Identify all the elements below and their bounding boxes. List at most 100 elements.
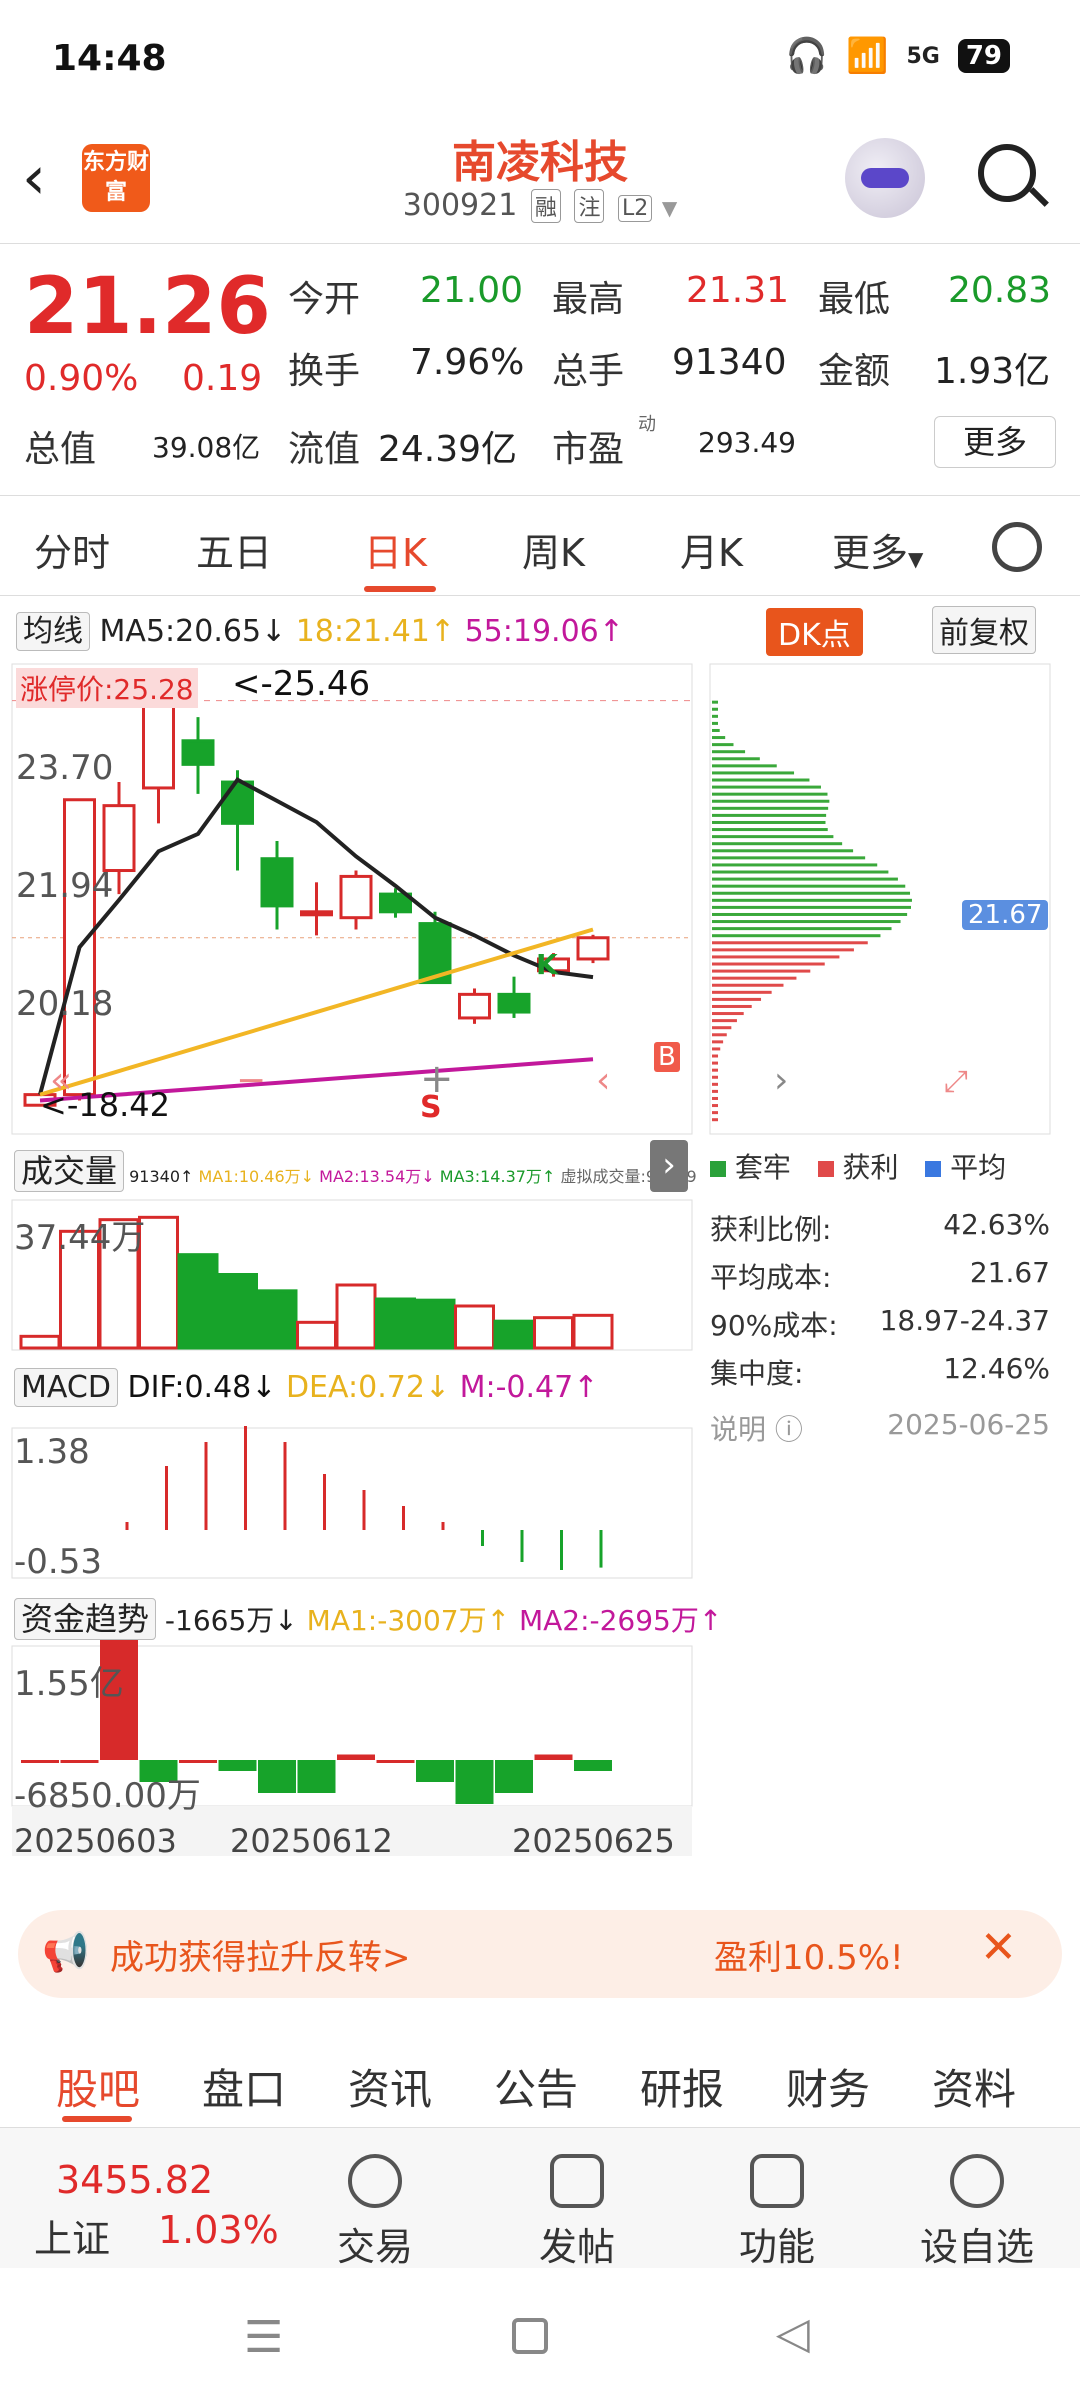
close-icon[interactable]: ✕ — [980, 1922, 1017, 1973]
fund-ma1: MA1:-3007万↑ — [306, 1604, 511, 1637]
info-icon[interactable]: ⓘ — [775, 1413, 803, 1446]
legend-profit: 获利 — [842, 1151, 899, 1184]
indicator-select-ma[interactable]: 均线 — [16, 612, 90, 651]
tab-announcements[interactable]: 公告 — [494, 2056, 578, 2117]
promo-banner[interactable]: 📢 成功获得拉升反转> 盈利10.5%! ✕ — [18, 1910, 1062, 1998]
chip-bar — [712, 813, 827, 817]
tab-news[interactable]: 资讯 — [348, 2056, 432, 2117]
system-nav-bar: ☰ ◁ — [0, 2268, 1080, 2400]
index-value[interactable]: 3455.82 — [56, 2158, 213, 2202]
high-label: 最高 — [552, 279, 625, 320]
pe-dynamic-tag: 动 — [638, 414, 656, 435]
tab-daily-k[interactable]: 日K — [364, 522, 427, 577]
dk-point-button[interactable]: DK点 — [766, 608, 863, 656]
tab-profile[interactable]: 资料 — [932, 2056, 1016, 2117]
post-button[interactable]: 发帖 — [512, 2154, 642, 2271]
home-icon[interactable] — [512, 2318, 548, 2354]
volume-legend: 成交量 91340↑ MA1:10.46万↓ MA2:13.54万↓ MA3:1… — [14, 1146, 697, 1192]
chip-bar — [712, 1012, 744, 1016]
chip-note-link[interactable]: 说明 — [710, 1413, 766, 1446]
amount-label: 金额 — [818, 351, 891, 392]
pe-value: 293.49 — [698, 426, 796, 459]
tab-finance[interactable]: 财务 — [786, 2056, 870, 2117]
chip-bar — [712, 1047, 721, 1051]
zoom-in-icon[interactable]: + — [420, 1056, 454, 1102]
high-value: 21.31 — [686, 270, 790, 311]
chip-bar — [712, 1075, 718, 1079]
indicator-select-macd[interactable]: MACD — [14, 1368, 118, 1407]
search-icon[interactable] — [978, 144, 1036, 202]
indicator-select-fund[interactable]: 资金趋势 — [14, 1598, 157, 1640]
tab-five-day[interactable]: 五日 — [196, 522, 272, 577]
more-quote-button[interactable]: 更多 — [934, 416, 1056, 468]
functions-button[interactable]: 功能 — [712, 2154, 842, 2271]
change-percent: 0.90% — [24, 358, 139, 399]
tab-weekly-k[interactable]: 周K — [522, 522, 585, 577]
tag-level2[interactable]: L2 — [618, 195, 653, 222]
trade-button[interactable]: 交易 — [310, 2154, 440, 2271]
assistant-robot-icon[interactable] — [845, 138, 925, 218]
chip-bar — [712, 976, 797, 980]
chart-period-tabs: 分时 五日 日K 周K 月K 更多▼ — [0, 496, 1080, 596]
candle-body — [300, 910, 333, 917]
ma5-value: MA5:20.65↓ — [99, 614, 287, 649]
active-subtab-indicator — [62, 2116, 132, 2122]
pe-label: 市盈 — [552, 429, 625, 470]
fund-bar — [534, 1754, 573, 1760]
buy-signal-marker: B — [654, 1042, 680, 1072]
chip-bar — [712, 1054, 719, 1058]
chip-bar — [712, 835, 834, 839]
zoom-out-icon[interactable]: − — [236, 1060, 266, 1101]
indicator-select-volume[interactable]: 成交量 — [14, 1150, 125, 1192]
fund-bar — [297, 1760, 336, 1793]
expand-right-icon[interactable]: › — [774, 1060, 788, 1101]
volume-value: 91340 — [672, 342, 787, 383]
chip-bar — [712, 1096, 718, 1100]
stock-header: ‹ 东方财富 南凌科技 300921 融 注 L2 ▼ — [0, 118, 1080, 244]
tab-more[interactable]: 更多▼ — [832, 522, 923, 577]
grid-icon — [750, 2154, 804, 2208]
tab-forum[interactable]: 股吧 — [56, 2056, 140, 2117]
add-watchlist-button[interactable]: 设自选 — [912, 2154, 1042, 2271]
high-marker: <-25.46 — [232, 664, 371, 704]
index-name[interactable]: 上证 — [34, 2208, 110, 2263]
volume-bar — [493, 1319, 535, 1350]
chip-bar — [712, 849, 854, 853]
tab-intraday[interactable]: 分时 — [34, 522, 110, 577]
adjust-price-button[interactable]: 前复权 — [932, 606, 1036, 654]
chevron-down-icon[interactable]: ▼ — [662, 196, 677, 220]
tab-monthly-k[interactable]: 月K — [680, 522, 743, 577]
fund-bar — [337, 1754, 375, 1760]
headphones-icon: 🎧 — [785, 36, 829, 76]
tab-orderbook[interactable]: 盘口 — [202, 2056, 286, 2117]
fund-ma2: MA2:-2695万↑ — [518, 1604, 723, 1637]
chip-row-value: 21.67 — [969, 1256, 1050, 1289]
fullscreen-icon[interactable]: ⤢ — [944, 1064, 968, 1099]
chip-bar — [712, 778, 810, 782]
menu-icon[interactable]: ☰ — [244, 2312, 283, 2363]
expand-indicator-button[interactable]: › — [650, 1140, 688, 1192]
gear-icon[interactable] — [992, 522, 1042, 572]
active-tab-indicator — [364, 586, 436, 592]
chip-bar — [712, 912, 908, 916]
chip-row-value: 42.63% — [943, 1208, 1050, 1241]
index-pct[interactable]: 1.03% — [158, 2208, 279, 2252]
candle-body — [221, 780, 254, 825]
back-nav-icon[interactable]: ◁ — [776, 2308, 810, 2359]
open-value: 21.00 — [420, 270, 524, 311]
ma55-value: 55:19.06↑ — [464, 614, 624, 649]
scroll-left-icon[interactable]: « — [50, 1060, 72, 1101]
chip-bar — [712, 764, 777, 768]
volume-info: 91340↑ — [129, 1167, 194, 1186]
chip-bar — [712, 898, 912, 902]
volume-bar — [572, 1313, 614, 1350]
tab-research[interactable]: 研报 — [640, 2056, 724, 2117]
average-swatch — [925, 1161, 942, 1177]
chip-bar — [712, 997, 762, 1001]
network-label: 5G — [906, 43, 940, 69]
amount-value: 1.93亿 — [934, 351, 1051, 392]
step-left-icon[interactable]: ‹ — [596, 1060, 610, 1101]
tag-registered: 注 — [574, 189, 605, 223]
fund-ybot: -6850.00万 — [14, 1776, 201, 1816]
chip-bar — [712, 700, 718, 704]
